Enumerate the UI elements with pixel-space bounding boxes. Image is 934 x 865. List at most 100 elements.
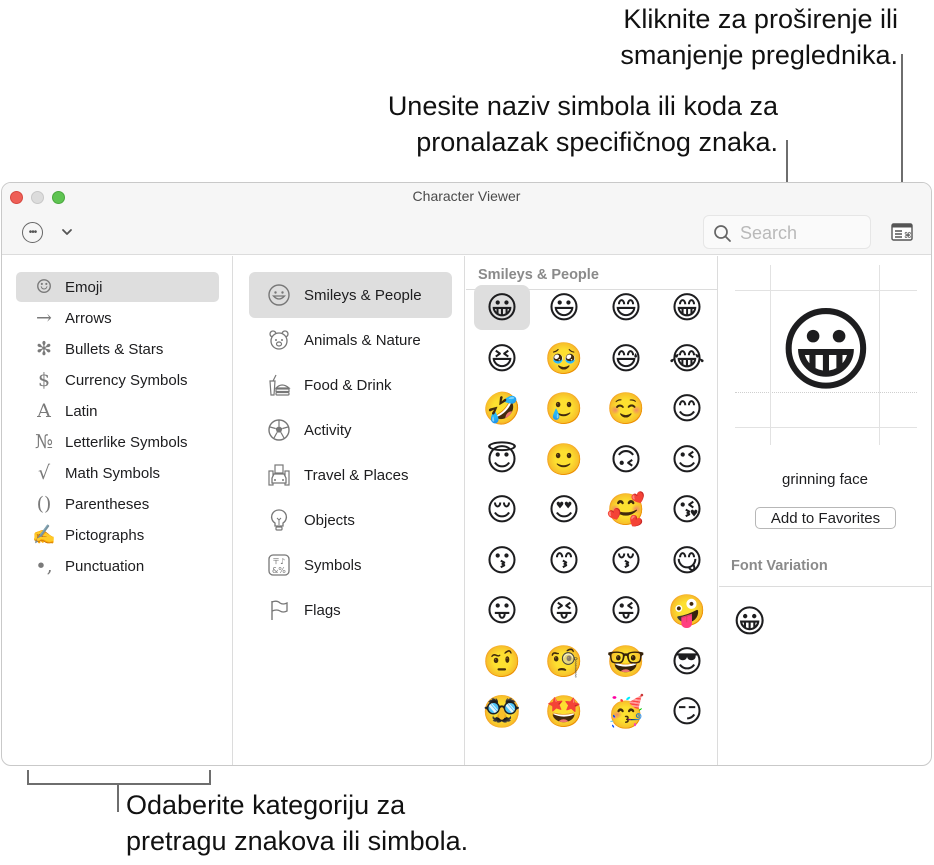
emoji-cell[interactable]: 😅 [598,336,654,381]
subcategory-animals-nature[interactable]: Animals & Nature [249,317,452,363]
category-bullets-stars[interactable]: ✻ Bullets & Stars [16,334,219,364]
emoji-cell[interactable]: 😎 [659,639,715,684]
window-title: Character Viewer [412,188,521,204]
category-latin[interactable]: A Latin [16,396,219,426]
emoji-cell[interactable]: 😗 [474,538,530,583]
category-label: Math Symbols [65,464,161,482]
search-field[interactable] [703,215,871,249]
emoji-cell[interactable]: 😏 [659,689,715,734]
numero-sign-icon: № [35,430,53,453]
emoji-cell[interactable]: 😜 [598,588,654,633]
category-label: Currency Symbols [65,371,188,389]
subcategory-label: Food & Drink [304,376,392,394]
food-icon [266,372,292,398]
emoji-cell[interactable]: 😂 [659,336,715,381]
emoji-cell[interactable]: 🤨 [474,639,530,684]
emoji-cell[interactable]: 😝 [536,588,592,633]
dollar-icon: $ [37,368,51,391]
category-emoji[interactable]: ☺ Emoji [16,272,219,302]
emoji-cell[interactable]: 🥹 [536,336,592,381]
category-label: Parentheses [65,495,150,513]
subcategory-food-drink[interactable]: Food & Drink [249,362,452,408]
emoji-cell[interactable]: 😉 [659,437,715,482]
emoji-cell[interactable]: 😌 [474,487,530,532]
emoji-cell[interactable]: 😀 [474,285,530,330]
subcategory-travel-places[interactable]: Travel & Places [249,452,452,498]
callout-line: Unesite naziv simbola ili koda za [387,91,778,121]
callout-search: Unesite naziv simbola ili koda za pronal… [388,88,778,160]
subcategory-label: Animals & Nature [304,331,421,349]
callout-category: Odaberite kategoriju za pretragu znakova… [126,787,468,859]
emoji-cell[interactable]: 🤓 [598,639,654,684]
subcategory-objects[interactable]: Objects [249,497,452,543]
search-icon [714,225,731,242]
emoji-cell[interactable]: 😚 [598,538,654,583]
category-punctuation[interactable]: •, Punctuation [16,551,219,581]
emoji-cell[interactable]: 😘 [659,487,715,532]
viewer-toggle-icon: ⌘ [891,223,913,241]
callout-line: Kliknite za proširenje ili [623,4,898,34]
character-name: grinning face [782,471,868,488]
category-label: Pictographs [65,526,145,544]
emoji-cell[interactable]: 🥸 [474,689,530,734]
subcategory-label: Objects [304,511,355,529]
bear-icon [266,327,292,353]
preview-emoji: 😀 [778,300,874,402]
subcategory-activity[interactable]: Activity [249,407,452,453]
svg-text:&%: &% [272,566,286,575]
emoji-cell[interactable]: 😋 [659,538,715,583]
emoji-cell[interactable]: 🤩 [536,689,592,734]
category-label: Latin [65,402,98,420]
category-parentheses[interactable]: () Parentheses [16,489,219,519]
emoji-cell[interactable]: 🧐 [536,639,592,684]
subcategory-label: Activity [304,421,352,439]
character-preview: 😀 [735,265,917,445]
category-math-symbols[interactable]: √ Math Symbols [16,458,219,488]
subcategory-label: Travel & Places [304,466,409,484]
emoji-grid-panel: Smileys & People 😀 😃 😄 😁 😆 🥹 😅 😂 🤣 🥲 ☺️ 😊 😇 🙂 🙃 😉 😌 😍 🥰 😘 😗 😙… [466,256,718,765]
category-currency-symbols[interactable]: $ Currency Symbols [16,365,219,395]
subcategory-flags[interactable]: Flags [249,587,452,633]
emoji-cell[interactable]: 😍 [536,487,592,532]
emoji-cell[interactable]: 🤣 [474,386,530,431]
category-pictographs[interactable]: ✍ Pictographs [16,520,219,550]
emoji-cell[interactable]: 🙂 [536,437,592,482]
expand-collapse-viewer-button[interactable]: ⌘ [891,223,913,241]
svg-text:〒♪: 〒♪ [272,557,285,566]
font-variation-item[interactable]: 😀 [733,605,766,637]
square-root-icon: √ [37,461,51,484]
subcategory-smileys-people[interactable]: Smileys & People [249,272,452,318]
asterisk-icon: ✻ [36,337,52,360]
more-options-button[interactable]: ••• [22,222,43,243]
emoji-cell[interactable]: 😃 [536,285,592,330]
add-to-favorites-button[interactable]: Add to Favorites [755,507,896,529]
options-menu-button[interactable] [60,223,74,241]
emoji-cell[interactable]: 😆 [474,336,530,381]
emoji-cell[interactable]: 😁 [659,285,715,330]
titlebar: Character Viewer ••• ⌘ [2,183,931,255]
category-letterlike-symbols[interactable]: № Letterlike Symbols [16,427,219,457]
emoji-cell[interactable]: 😙 [536,538,592,583]
bracket-bottom [27,783,211,785]
parentheses-icon: () [36,492,52,515]
emoji-cell[interactable]: ☺️ [598,386,654,431]
emoji-cell[interactable]: 🥰 [598,487,654,532]
svg-text:⌘: ⌘ [904,231,911,240]
category-label: Bullets & Stars [65,340,164,358]
emoji-cell[interactable]: 🥲 [536,386,592,431]
emoji-cell[interactable]: 😛 [474,588,530,633]
emoji-cell[interactable]: 🥳 [598,689,654,734]
emoji-cell[interactable]: 😊 [659,386,715,431]
emoji-cell[interactable]: 😄 [598,285,654,330]
lightbulb-icon [266,507,292,533]
car-building-icon [266,462,292,488]
search-input[interactable] [740,220,864,246]
category-arrows[interactable]: → Arrows [16,303,219,333]
emoji-cell[interactable]: 🙃 [598,437,654,482]
bracket-stem [117,783,119,812]
writing-hand-icon: ✍ [32,523,56,546]
subcategory-label: Symbols [304,556,362,574]
emoji-cell[interactable]: 😇 [474,437,530,482]
subcategory-symbols[interactable]: 〒♪ &% Symbols [249,542,452,588]
emoji-cell[interactable]: 🤪 [659,588,715,633]
